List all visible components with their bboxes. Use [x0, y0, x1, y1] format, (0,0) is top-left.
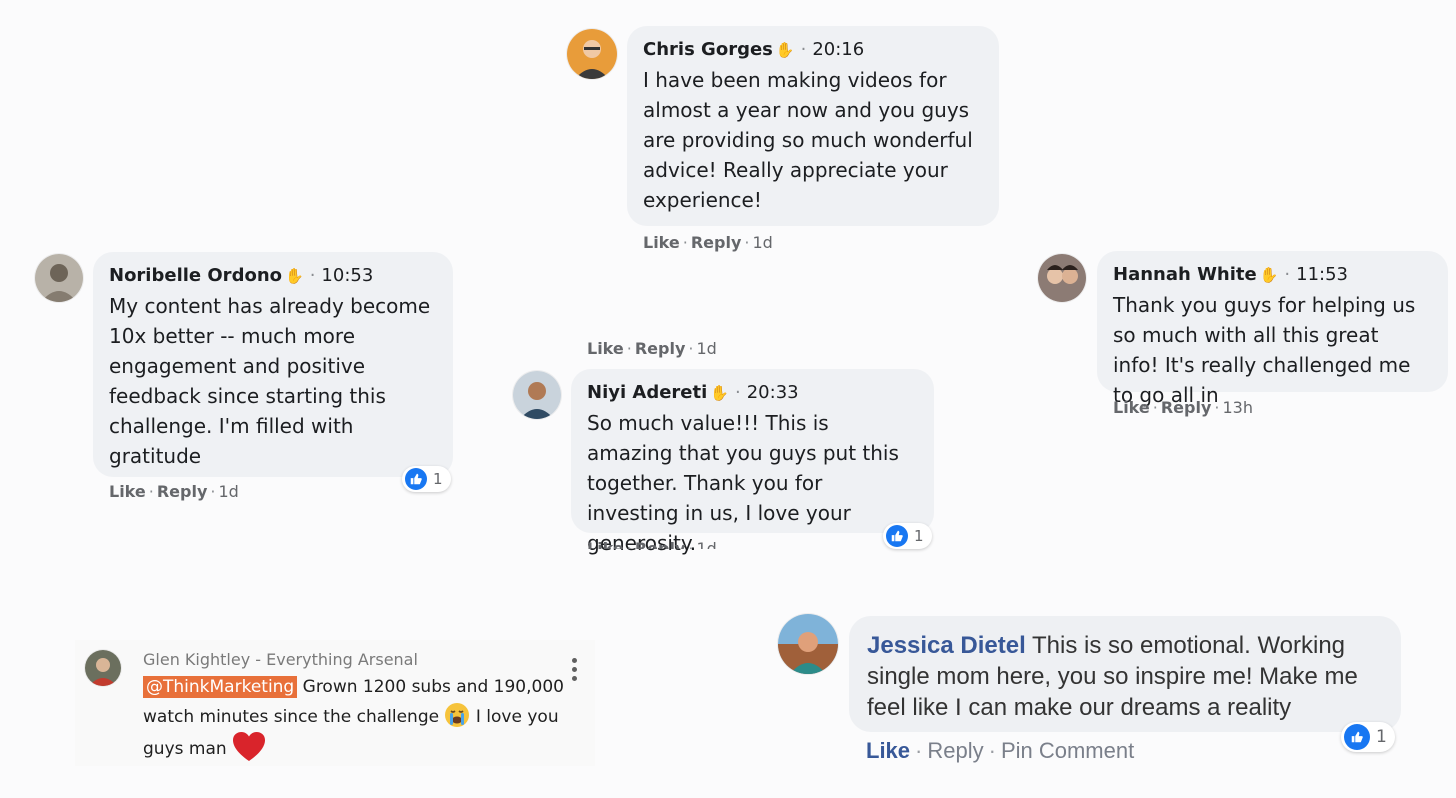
reply-link[interactable]: Reply: [691, 233, 742, 252]
heart-icon: [232, 732, 266, 762]
comment-actions: Like · Reply · 1d: [643, 233, 773, 252]
comment-actions: Like · Reply · 13h: [1113, 398, 1253, 417]
comment-actions: Like · Reply · 1d: [109, 482, 239, 501]
reply-link[interactable]: Reply: [927, 738, 983, 763]
reply-link[interactable]: Reply: [1161, 398, 1212, 417]
comment-actions-clipped: Like · Reply · 1d: [587, 539, 717, 549]
author-name[interactable]: Jessica Dietel: [867, 632, 1026, 659]
youtube-comment: Glen Kightley - Everything Arsenal @Thin…: [75, 640, 595, 766]
previous-comment-actions: Like · Reply · 1d: [587, 339, 717, 358]
comment-age[interactable]: 1d: [696, 339, 716, 358]
timestamp[interactable]: 10:53: [321, 265, 373, 286]
like-reaction-icon: [886, 525, 908, 547]
author-name[interactable]: Hannah White: [1113, 264, 1257, 285]
pin-comment-link[interactable]: Pin Comment: [1001, 738, 1134, 763]
author-name[interactable]: Chris Gorges: [643, 39, 773, 60]
like-link[interactable]: Like: [643, 233, 680, 252]
timestamp[interactable]: 20:16: [812, 39, 864, 60]
wave-icon: ✋: [775, 41, 795, 59]
comment-text: My content has already become 10x better…: [109, 294, 431, 468]
comment-age[interactable]: 13h: [1222, 398, 1253, 417]
reaction-count[interactable]: 1: [883, 523, 932, 549]
like-link[interactable]: Like: [587, 539, 624, 549]
like-link[interactable]: Like: [1113, 398, 1150, 417]
avatar[interactable]: [85, 650, 121, 686]
timestamp[interactable]: 11:53: [1296, 264, 1348, 285]
reply-link[interactable]: Reply: [635, 539, 686, 549]
avatar[interactable]: [567, 29, 617, 79]
avatar[interactable]: [35, 254, 83, 302]
comment-actions: Like · Reply · Pin Comment: [866, 738, 1135, 763]
comment-bubble: Chris Gorges ✋ · 20:16 I have been making v…: [627, 26, 999, 226]
author-name[interactable]: Niyi Adereti: [587, 382, 707, 403]
author-name[interactable]: Noribelle Ordono: [109, 265, 282, 286]
comment-bubble: Niyi Adereti ✋ · 20:33 So much value!!! Thi…: [571, 369, 934, 555]
avatar[interactable]: [778, 614, 838, 674]
comment-text: So much value!!! This is amazing that yo…: [587, 411, 899, 555]
comment-bubble: Jessica Dietel This is so emotional. Wor…: [849, 616, 1401, 732]
reaction-count[interactable]: 1: [402, 466, 451, 492]
reply-link[interactable]: Reply: [157, 482, 208, 501]
comment-age[interactable]: 1d: [696, 539, 716, 549]
reaction-number: 1: [914, 527, 924, 545]
comment-text: Thank you guys for helping us so much wi…: [1113, 293, 1416, 407]
like-link[interactable]: Like: [587, 339, 624, 358]
youtube-comment-text: @ThinkMarketing Grown 1200 subs and 190,…: [143, 672, 573, 764]
like-reaction-icon: [1344, 724, 1370, 750]
comment-age[interactable]: 1d: [218, 482, 238, 501]
comment-age[interactable]: 1d: [752, 233, 772, 252]
comment-text: I have been making videos for almost a y…: [643, 68, 973, 212]
mention-tag[interactable]: @ThinkMarketing: [143, 676, 298, 698]
kebab-menu-icon[interactable]: [572, 658, 578, 685]
wave-icon: ✋: [710, 384, 729, 402]
like-reaction-icon: [405, 468, 427, 490]
reaction-number: 1: [1376, 727, 1387, 747]
avatar[interactable]: [1038, 254, 1086, 302]
timestamp[interactable]: 20:33: [747, 382, 799, 403]
youtube-author[interactable]: Glen Kightley - Everything Arsenal: [143, 650, 418, 669]
crying-emoji-icon: [444, 702, 470, 728]
wave-icon: ✋: [1259, 266, 1279, 284]
like-link[interactable]: Like: [866, 738, 910, 763]
avatar[interactable]: [513, 371, 561, 419]
like-link[interactable]: Like: [109, 482, 146, 501]
wave-icon: ✋: [285, 267, 304, 285]
reply-link[interactable]: Reply: [635, 339, 686, 358]
comment-bubble: Noribelle Ordono ✋ · 10:53 My content has a…: [93, 252, 453, 477]
comment-bubble: Hannah White ✋ · 11:53 Thank you guys for h…: [1097, 251, 1448, 407]
reaction-count[interactable]: 1: [1341, 722, 1395, 752]
reaction-number: 1: [433, 470, 443, 488]
